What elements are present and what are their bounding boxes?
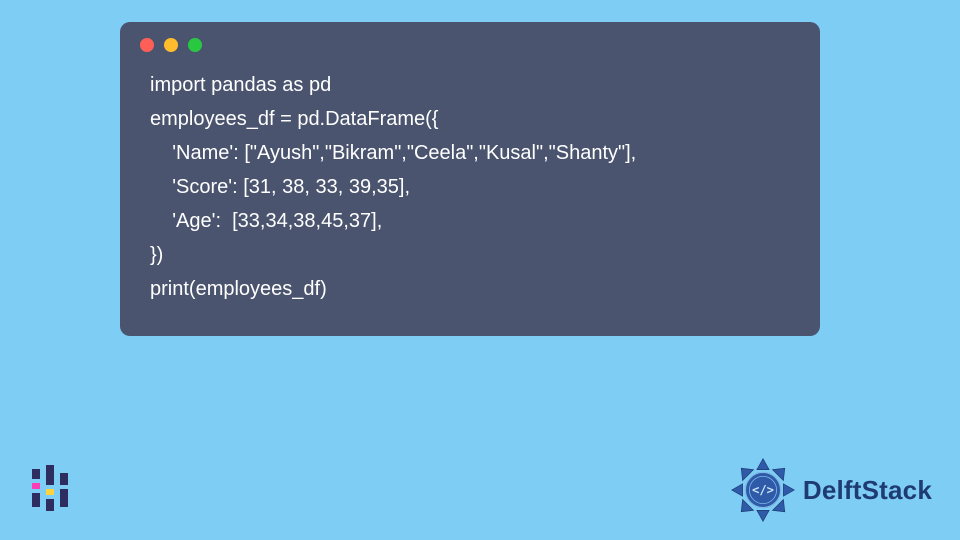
code-line: 'Name': ["Ayush","Bikram","Ceela","Kusal… bbox=[150, 136, 790, 170]
code-line: 'Score': [31, 38, 33, 39,35], bbox=[150, 170, 790, 204]
brand-name: DelftStack bbox=[803, 475, 932, 506]
window-close-dot bbox=[140, 38, 154, 52]
code-line: employees_df = pd.DataFrame({ bbox=[150, 102, 790, 136]
code-body: import pandas as pd employees_df = pd.Da… bbox=[120, 60, 820, 324]
code-line: print(employees_df) bbox=[150, 272, 790, 306]
window-maximize-dot bbox=[188, 38, 202, 52]
brand-seal-icon: </> bbox=[729, 456, 797, 524]
left-logo-icon bbox=[28, 465, 74, 516]
code-window: import pandas as pd employees_df = pd.Da… bbox=[120, 22, 820, 336]
code-line: import pandas as pd bbox=[150, 68, 790, 102]
code-line: 'Age': [33,34,38,45,37], bbox=[150, 204, 790, 238]
window-titlebar bbox=[120, 22, 820, 60]
window-minimize-dot bbox=[164, 38, 178, 52]
svg-text:</>: </> bbox=[752, 483, 774, 497]
code-line: }) bbox=[150, 238, 790, 272]
brand-logo: </> DelftStack bbox=[729, 456, 932, 524]
